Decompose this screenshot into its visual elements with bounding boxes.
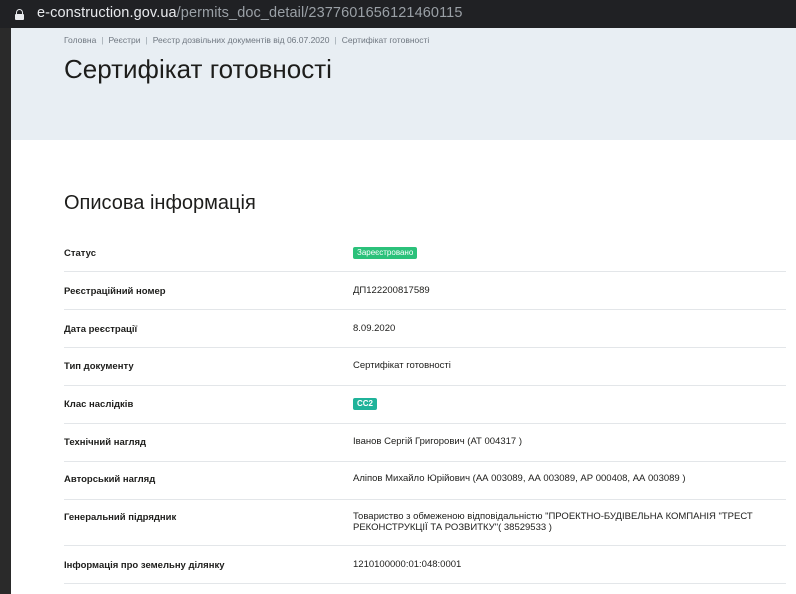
url-text[interactable]: e-construction.gov.ua/permits_doc_detail… (37, 5, 462, 21)
info-row-reg-date: Дата реєстрації 8.09.2020 (64, 310, 786, 348)
url-path: /permits_doc_detail/2377601656121460115 (176, 5, 463, 21)
row-label: Технічний нагляд (64, 437, 147, 448)
row-label: Інформація про земельну ділянку (64, 560, 225, 571)
info-row-status: Статус Зареєстровано (64, 233, 786, 272)
info-row-reg-number: Реєстраційний номер ДП122200817589 (64, 272, 786, 310)
breadcrumb-separator: | (145, 35, 148, 45)
row-value: Сертифікат готовності (353, 360, 451, 371)
breadcrumb: Головна | Реєстри | Реєстр дозвільних докуме… (64, 35, 429, 45)
row-label: Статус (64, 248, 97, 259)
left-edge (0, 28, 11, 594)
page-title: Сертифікат готовності (64, 54, 332, 84)
row-value: Аліпов Михайло Юрійович (АА 003089, АА 0… (353, 473, 686, 484)
row-value: 1210100000:01:048:0001 (353, 559, 462, 570)
row-value: Товариство з обмеженою відповідальністю … (353, 511, 753, 533)
browser-address-bar[interactable]: e-construction.gov.ua/permits_doc_detail… (0, 0, 796, 29)
row-label: Клас наслідків (64, 399, 134, 410)
url-domain: e-construction.gov.ua (37, 5, 177, 21)
info-row-tech-supervision: Технічний нагляд Іванов Сергій Григорови… (64, 424, 786, 462)
page-header: Головна | Реєстри | Реєстр дозвільних докуме… (11, 28, 796, 140)
row-label: Дата реєстрації (64, 324, 138, 335)
row-label: Авторський нагляд (64, 474, 156, 485)
row-value: СС2 (353, 398, 378, 410)
row-value: Зареєстровано (353, 247, 418, 259)
info-row-consequence-class: Клас наслідків СС2 (64, 386, 786, 424)
breadcrumb-registries[interactable]: Реєстри (109, 35, 141, 45)
class-badge: СС2 (353, 398, 378, 410)
info-row-general-contractor: Генеральний підрядник Товариство з обмеж… (64, 500, 786, 546)
status-badge: Зареєстровано (353, 247, 418, 259)
breadcrumb-separator: | (101, 35, 104, 45)
breadcrumb-home[interactable]: Головна (64, 35, 96, 45)
row-label: Тип документу (64, 361, 134, 372)
info-row-land-plot: Інформація про земельну ділянку 12101000… (64, 546, 786, 584)
info-row-author-supervision: Авторський нагляд Аліпов Михайло Юрійови… (64, 462, 786, 500)
breadcrumb-separator: | (334, 35, 337, 45)
info-row-doc-type: Тип документу Сертифікат готовності (64, 348, 786, 386)
breadcrumb-current: Сертифікат готовності (341, 35, 430, 45)
row-label: Генеральний підрядник (64, 512, 177, 523)
lock-icon[interactable] (15, 9, 24, 20)
row-value: ДП122200817589 (353, 285, 430, 296)
breadcrumb-registry[interactable]: Реєстр дозвільних документів від 06.07.2… (153, 35, 330, 45)
section-title: Описова інформація (64, 192, 256, 214)
row-label: Реєстраційний номер (64, 286, 166, 297)
row-value: Іванов Сергій Григорович (АТ 004317 ) (353, 436, 522, 447)
row-value: 8.09.2020 (353, 323, 396, 334)
